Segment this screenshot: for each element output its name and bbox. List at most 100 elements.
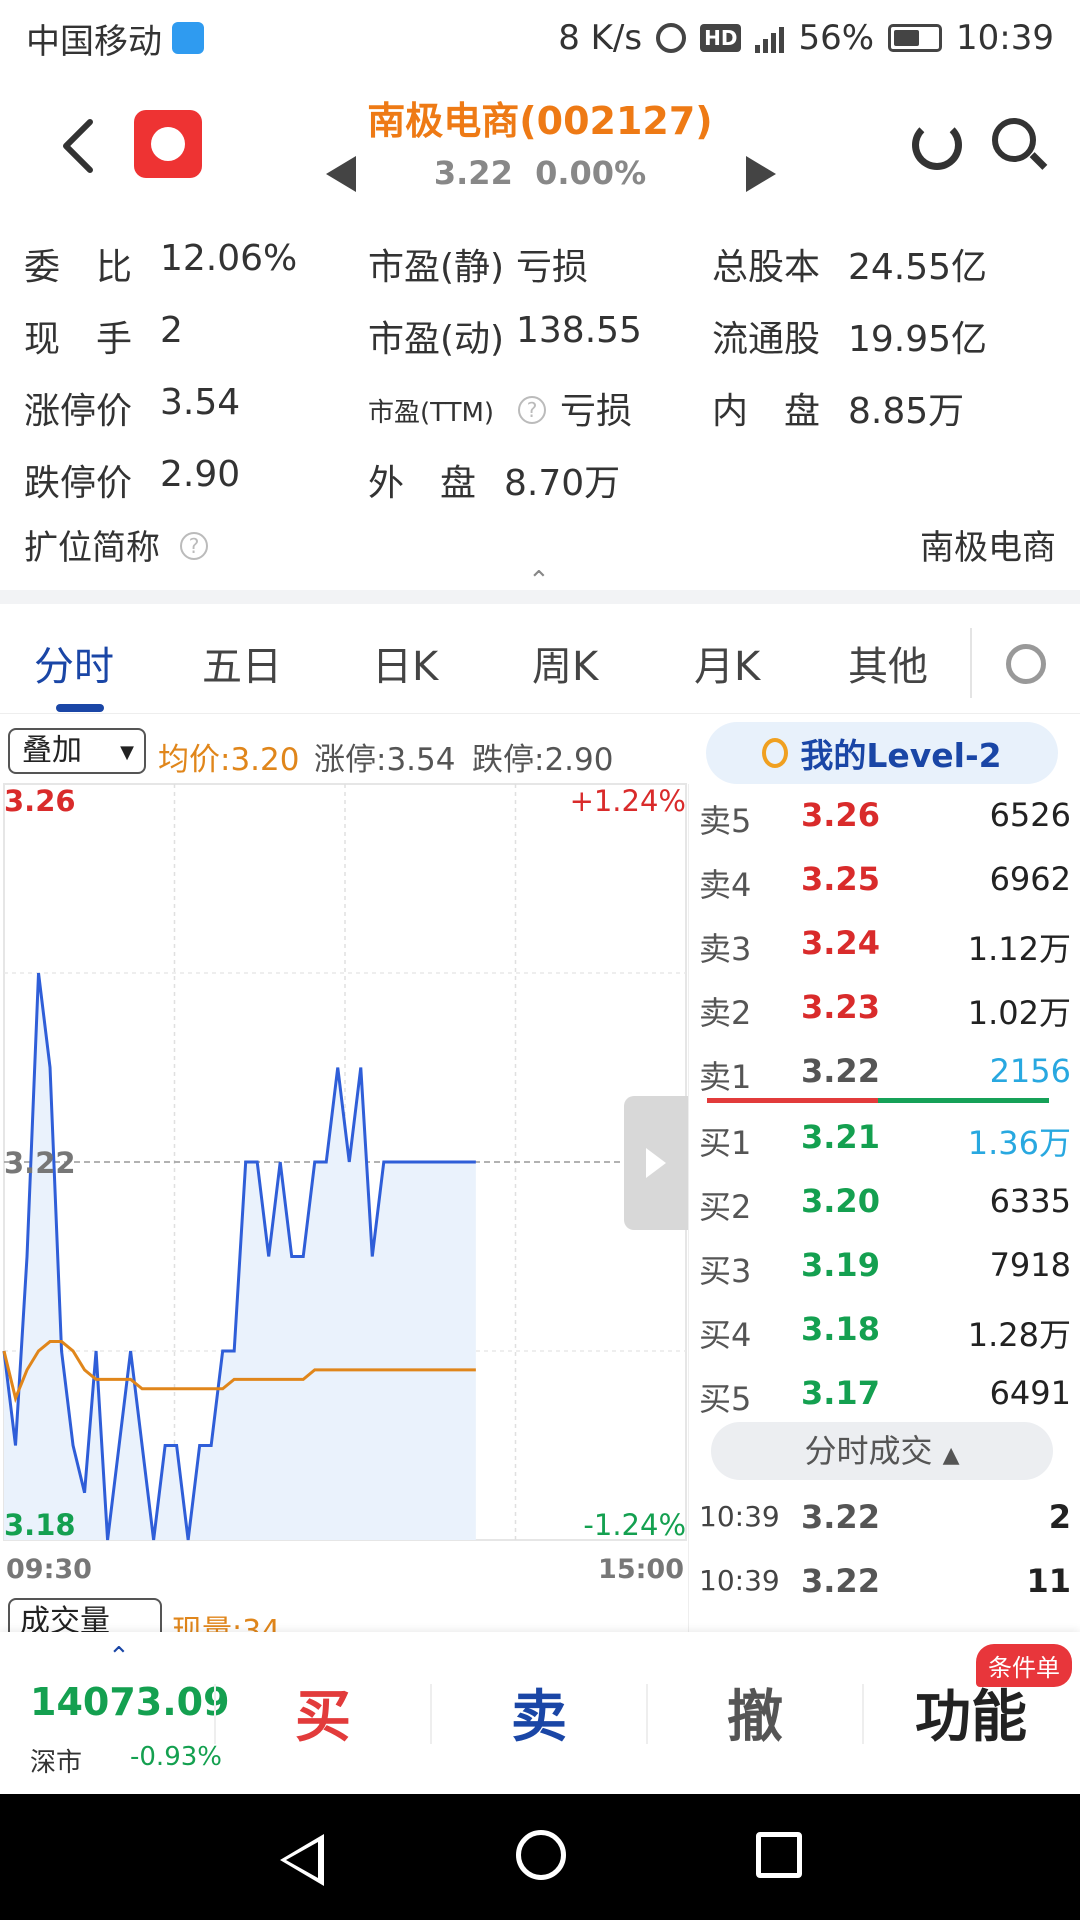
tick-volume: 2 xyxy=(1048,1498,1071,1536)
x-end-label: 15:00 xyxy=(598,1554,684,1585)
ticks-toggle-button[interactable]: 分时成交 ▲ xyxy=(711,1422,1053,1480)
ask-row: 卖5 3.26 6526 xyxy=(689,784,1080,848)
ask-label: 卖2 xyxy=(699,994,752,1032)
search-icon[interactable] xyxy=(992,118,1036,162)
ask-price: 3.26 xyxy=(801,796,880,834)
float-shares-label: 流通股 xyxy=(712,319,821,360)
tick-time: 10:39 xyxy=(699,1564,780,1597)
refresh-icon[interactable] xyxy=(912,120,962,170)
ask-volume: 1.12万 xyxy=(967,930,1071,968)
ask-row: 卖1 3.22 2156 xyxy=(689,1040,1080,1104)
index-value[interactable]: 14073.09 xyxy=(30,1680,230,1724)
total-shares-value: 24.55亿 xyxy=(848,247,988,288)
volume-select[interactable]: 成交量 xyxy=(8,1598,162,1636)
y-max-label: 3.26 xyxy=(4,784,76,818)
help-icon[interactable]: ? xyxy=(518,388,546,429)
bid-row: 买5 3.17 6491 xyxy=(689,1362,1080,1426)
carrier-label: 中国移动 xyxy=(26,21,162,62)
nav-recent-icon[interactable] xyxy=(756,1832,802,1878)
tab-divider xyxy=(970,628,972,698)
weibi-label: 委 比 xyxy=(24,247,133,288)
hd-icon: HD xyxy=(700,24,742,52)
nav-back-icon[interactable] xyxy=(280,1834,324,1886)
bid-row: 买4 3.18 1.28万 xyxy=(689,1298,1080,1362)
pe-ttm-label: 市盈(TTM) xyxy=(368,398,495,428)
price-change: 0.00% xyxy=(535,154,647,192)
chart-svg xyxy=(2,783,687,1541)
divider xyxy=(214,1684,216,1744)
limit-down-label: 跌停价 xyxy=(24,463,133,504)
bid-ask-ratio-bar xyxy=(707,1098,1049,1103)
prev-stock-arrow-icon[interactable] xyxy=(326,156,356,192)
bid-price: 3.17 xyxy=(801,1374,880,1412)
pct-min-label: -1.24% xyxy=(583,1508,686,1542)
info-row: 跌停价 2.90 外 盘 8.70万 xyxy=(0,454,1080,514)
expand-handle[interactable] xyxy=(624,1096,688,1230)
active-tab-indicator xyxy=(56,704,104,712)
shield-icon xyxy=(172,22,204,54)
total-shares-label: 总股本 xyxy=(712,247,821,288)
info-row: 现 手 2 市盈(动) 138.55 流通股 19.95亿 xyxy=(0,310,1080,370)
index-expand-caret-icon[interactable]: ⌃ xyxy=(108,1642,130,1672)
ask-label: 卖4 xyxy=(699,866,752,904)
ask-price: 3.23 xyxy=(801,988,880,1026)
level2-button[interactable]: 我的Level-2 xyxy=(706,722,1058,784)
divider xyxy=(646,1684,648,1744)
tick-price: 3.22 xyxy=(801,1498,880,1536)
timeshare-chart[interactable]: 3.26 +1.24% 3.22 3.18 -1.24% 09:30 15:00 xyxy=(0,780,688,1590)
conditional-order-badge[interactable]: 条件单 xyxy=(976,1644,1072,1687)
outer-value: 8.70万 xyxy=(504,463,621,504)
buy-button[interactable]: 买 xyxy=(238,1672,408,1753)
tab-day-k[interactable]: 日K xyxy=(372,634,438,692)
bid-price: 3.20 xyxy=(801,1182,880,1220)
sell-button[interactable]: 卖 xyxy=(454,1672,624,1753)
tab-week-k[interactable]: 周K xyxy=(532,634,598,692)
tab-other[interactable]: 其他 xyxy=(848,634,928,692)
bid-label: 买2 xyxy=(699,1188,752,1226)
ask-price: 3.25 xyxy=(801,860,880,898)
help-icon[interactable]: ? xyxy=(180,524,208,564)
pe-static-value: 亏损 xyxy=(516,247,589,288)
overlay-select[interactable]: 叠加 xyxy=(8,728,146,774)
bid-label: 买1 xyxy=(699,1124,752,1162)
avg-price: 均价:3.20 xyxy=(158,742,300,778)
tab-five-day[interactable]: 五日 xyxy=(202,634,282,692)
limit-up-label: 涨停价 xyxy=(24,391,133,432)
order-book: 卖5 3.26 6526 卖4 3.25 6962 卖3 3.24 1.12万 … xyxy=(688,784,1080,1634)
signal-icon xyxy=(755,23,785,53)
carrier: 中国移动 xyxy=(26,14,204,63)
gear-icon[interactable] xyxy=(1006,644,1046,684)
net-speed: 8 K/s xyxy=(558,18,643,58)
xianshou-value: 2 xyxy=(160,310,183,351)
tab-timeshare[interactable]: 分时 xyxy=(34,634,114,692)
ask-price: 3.22 xyxy=(801,1052,880,1090)
bid-volume: 6491 xyxy=(989,1374,1071,1412)
stock-header: 南极电商(002127) 3.22 0.00% xyxy=(0,76,1080,206)
expand-name-label: 扩位简称 xyxy=(24,528,160,568)
bid-label: 买4 xyxy=(699,1316,752,1354)
info-row: 涨停价 3.54 市盈(TTM) ? 亏损 内 盘 8.85万 xyxy=(0,382,1080,442)
pe-ttm-value: 亏损 xyxy=(560,391,633,432)
ask-row: 卖2 3.23 1.02万 xyxy=(689,976,1080,1040)
chart-tabs: 分时 五日 日K 周K 月K 其他 xyxy=(0,604,1080,714)
inner-value: 8.85万 xyxy=(848,391,965,432)
tab-month-k[interactable]: 月K xyxy=(694,634,760,692)
system-nav-bar xyxy=(0,1794,1080,1920)
float-shares-value: 19.95亿 xyxy=(848,319,988,360)
ask-label: 卖3 xyxy=(699,930,752,968)
inner-label: 内 盘 xyxy=(712,391,821,432)
status-bar: 中国移动 8 K/s HD 56% 10:39 xyxy=(0,0,1080,76)
pe-static-label: 市盈(静) xyxy=(368,247,505,288)
ask-row: 卖3 3.24 1.12万 xyxy=(689,912,1080,976)
limit-down-indicator: 跌停:2.90 xyxy=(472,742,614,778)
ticks-label: 分时成交 xyxy=(804,1432,933,1470)
cancel-order-button[interactable]: 撤 xyxy=(670,1672,840,1753)
ask-volume: 2156 xyxy=(989,1052,1071,1090)
next-stock-arrow-icon[interactable] xyxy=(746,156,776,192)
limit-up-indicator: 涨停:3.54 xyxy=(314,742,456,778)
trade-bar: ⌃ 14073.09 深市 -0.93% 买 卖 撤 功能 条件单 xyxy=(0,1632,1080,1794)
nav-home-icon[interactable] xyxy=(516,1830,566,1880)
status-right: 8 K/s HD 56% 10:39 xyxy=(558,18,1054,58)
overlay-bar: 叠加 均价:3.20 涨停:3.54 跌停:2.90 xyxy=(0,722,690,782)
pe-dynamic-value: 138.55 xyxy=(516,310,642,351)
